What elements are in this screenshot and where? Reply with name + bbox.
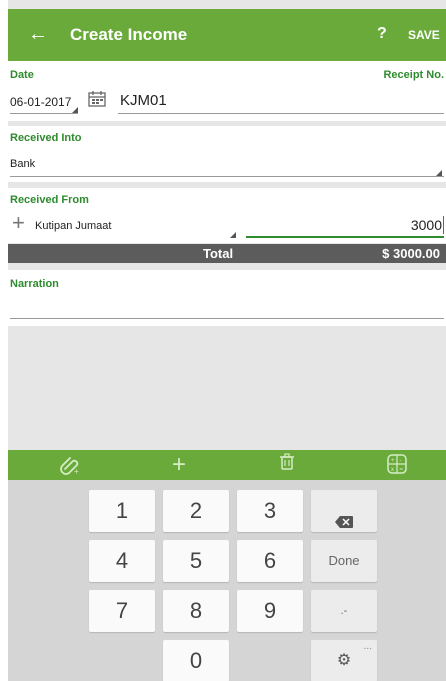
date-receipt-section: Date Receipt No. 06-01-2017 KJM01 <box>8 61 446 121</box>
receipt-field[interactable]: KJM01 <box>118 89 444 115</box>
account-select[interactable]: Kutipan Jumaat <box>32 214 240 240</box>
receipt-label: Receipt No. <box>383 69 444 81</box>
dropdown-corner-icon <box>436 170 442 176</box>
received-into-select[interactable]: Bank <box>10 150 444 178</box>
svg-text:+: + <box>391 458 395 464</box>
help-button[interactable]: ? <box>377 25 387 43</box>
key-9[interactable]: 9 <box>237 590 303 632</box>
total-bar: Total $ 3000.00 <box>8 244 446 263</box>
narration-input[interactable] <box>10 294 444 320</box>
svg-text:x: x <box>391 467 394 473</box>
dropdown-corner-icon <box>72 107 78 113</box>
app-screen: ← Create Income ? SAVE Date Receipt No. … <box>8 0 446 681</box>
backspace-key[interactable] <box>311 490 377 532</box>
calendar-icon[interactable] <box>88 90 106 112</box>
plus-icon[interactable]: + <box>164 453 194 477</box>
plus-icon[interactable]: + <box>12 212 25 234</box>
key-4[interactable]: 4 <box>89 540 155 582</box>
more-indicator: ... <box>363 641 372 652</box>
save-button[interactable]: SAVE <box>408 28 440 42</box>
key-8[interactable]: 8 <box>163 590 229 632</box>
total-value: $ 3000.00 <box>382 246 440 261</box>
gear-icon: ⚙ <box>336 652 352 669</box>
received-into-section: Received Into Bank <box>8 126 446 182</box>
narration-section: Narration <box>8 270 446 326</box>
amount-field[interactable]: 3000 <box>246 212 444 240</box>
trash-icon[interactable] <box>272 453 302 477</box>
received-from-label: Received From <box>10 194 89 206</box>
done-key[interactable]: Done <box>311 540 377 582</box>
date-picker[interactable]: 06-01-2017 <box>10 89 80 115</box>
action-toolbar: + + + - x = <box>8 450 446 480</box>
received-into-label: Received Into <box>10 132 82 144</box>
date-value: 06-01-2017 <box>10 95 72 109</box>
calculator-icon[interactable]: + - x = <box>382 453 412 477</box>
page-title: Create Income <box>70 25 188 44</box>
receipt-value: KJM01 <box>120 92 167 109</box>
received-from-section: Received From + Kutipan Jumaat 3000 <box>8 188 446 243</box>
arrow-left-icon[interactable]: ← <box>28 23 48 45</box>
total-label: Total <box>203 246 234 261</box>
app-header: ← Create Income ? SAVE <box>8 9 446 61</box>
narration-label: Narration <box>10 278 59 290</box>
date-label: Date <box>10 69 34 81</box>
amount-value: 3000 <box>410 217 442 233</box>
numeric-keypad: 1 2 3 4 5 6 Done 7 8 9 .- 0 ⚙ ... <box>8 480 446 681</box>
settings-key[interactable]: ⚙ ... <box>311 640 377 681</box>
received-into-value: Bank <box>10 158 36 170</box>
svg-text:+: + <box>74 467 79 475</box>
svg-text:=: = <box>400 467 404 473</box>
key-6[interactable]: 6 <box>237 540 303 582</box>
key-2[interactable]: 2 <box>163 490 229 532</box>
key-3[interactable]: 3 <box>237 490 303 532</box>
svg-text:-: - <box>400 458 402 464</box>
key-7[interactable]: 7 <box>89 590 155 632</box>
attach-icon[interactable]: + <box>55 453 85 477</box>
key-0[interactable]: 0 <box>163 640 229 681</box>
key-1[interactable]: 1 <box>89 490 155 532</box>
dropdown-corner-icon <box>230 232 236 238</box>
key-5[interactable]: 5 <box>163 540 229 582</box>
account-value: Kutipan Jumaat <box>35 220 112 232</box>
